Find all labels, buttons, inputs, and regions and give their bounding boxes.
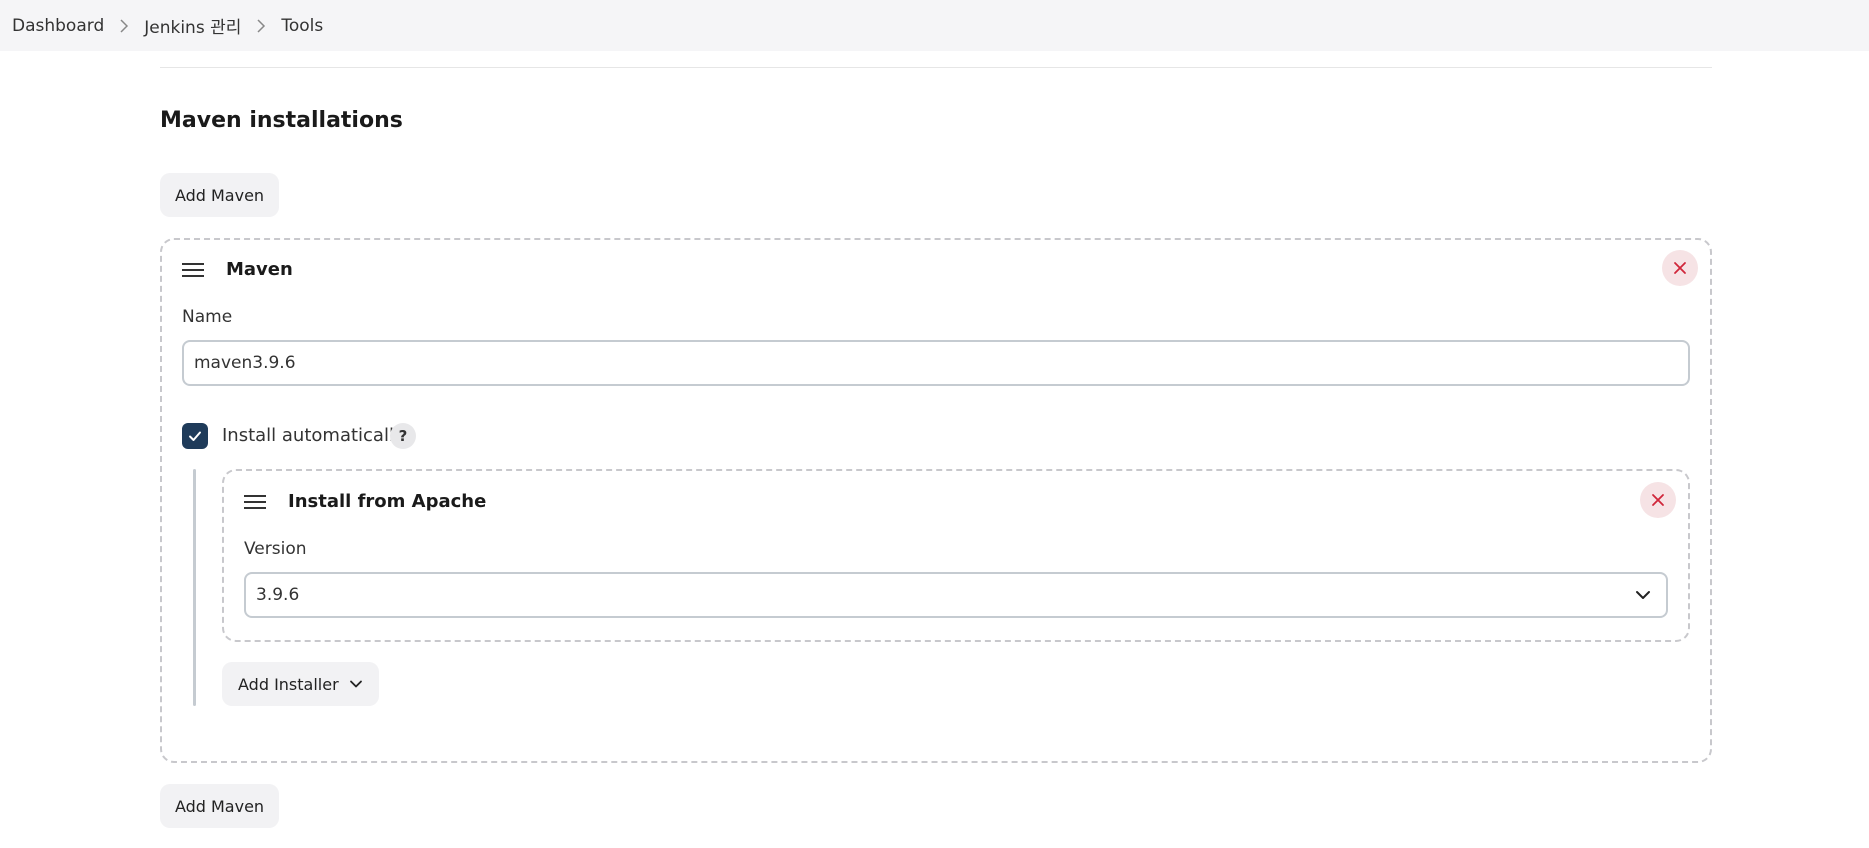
delete-installation-button[interactable] bbox=[1662, 250, 1698, 286]
chevron-down-icon bbox=[349, 677, 363, 691]
installation-title: Maven bbox=[226, 259, 293, 280]
top-bar: Dashboard Jenkins 관리 Tools bbox=[0, 0, 1869, 51]
add-maven-button[interactable]: Add Maven bbox=[160, 173, 279, 217]
breadcrumb-dashboard[interactable]: Dashboard bbox=[12, 16, 104, 36]
drag-handle-icon[interactable] bbox=[182, 263, 204, 277]
add-installer-label: Add Installer bbox=[238, 674, 339, 694]
section-title: Maven installations bbox=[160, 108, 403, 133]
add-installer-button[interactable]: Add Installer bbox=[222, 662, 379, 706]
installer-title: Install from Apache bbox=[288, 491, 487, 512]
name-label: Name bbox=[182, 307, 233, 327]
close-icon bbox=[1674, 262, 1686, 274]
nested-section-line bbox=[193, 469, 196, 706]
name-field[interactable] bbox=[182, 340, 1690, 386]
version-label: Version bbox=[244, 539, 307, 559]
install-automatically-label[interactable]: Install automatically bbox=[222, 425, 405, 446]
chevron-right-icon bbox=[104, 16, 144, 36]
help-icon[interactable]: ? bbox=[390, 423, 416, 449]
breadcrumb-tools[interactable]: Tools bbox=[281, 16, 323, 36]
add-maven-button-bottom[interactable]: Add Maven bbox=[160, 784, 279, 828]
close-icon bbox=[1652, 494, 1664, 506]
chevron-down-icon bbox=[1634, 586, 1652, 609]
chevron-right-icon bbox=[241, 16, 281, 36]
version-select[interactable]: 3.9.6 bbox=[244, 572, 1668, 618]
breadcrumb: Dashboard Jenkins 관리 Tools bbox=[12, 13, 323, 39]
check-icon bbox=[189, 431, 201, 441]
breadcrumb-jenkins-manage[interactable]: Jenkins 관리 bbox=[144, 13, 241, 38]
install-automatically-checkbox[interactable] bbox=[182, 423, 208, 449]
delete-installer-button[interactable] bbox=[1640, 482, 1676, 518]
section-divider bbox=[160, 67, 1712, 68]
version-select-value: 3.9.6 bbox=[256, 585, 300, 605]
drag-handle-icon[interactable] bbox=[244, 495, 266, 509]
